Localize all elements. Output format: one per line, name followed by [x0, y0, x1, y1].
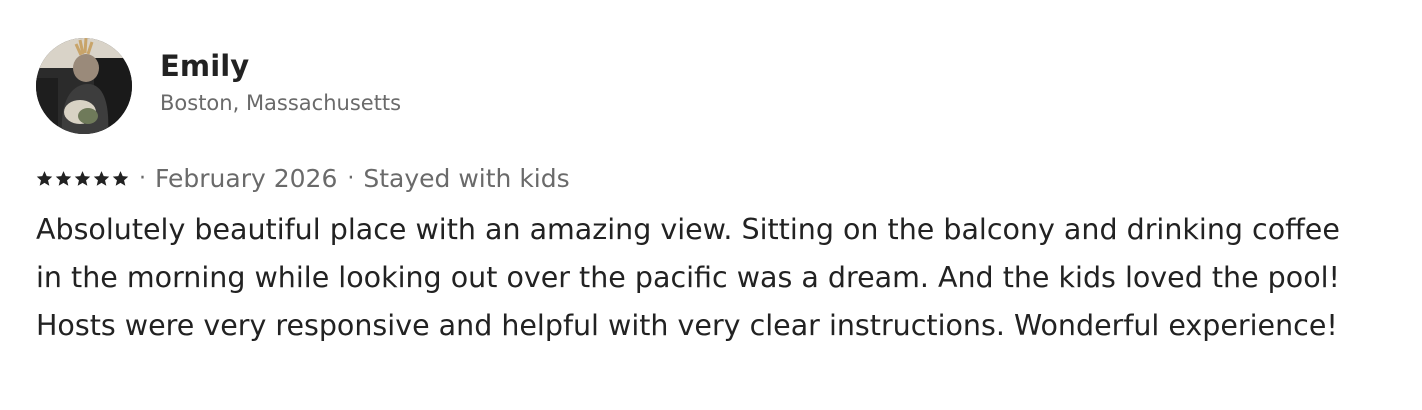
- star-icon: [55, 170, 72, 187]
- separator-dot: ·: [347, 165, 355, 191]
- star-rating: [36, 170, 129, 187]
- avatar[interactable]: [36, 38, 132, 134]
- review-card: Emily Boston, Massachusetts · February 2…: [36, 38, 1386, 350]
- reviewer-header: Emily Boston, Massachusetts: [36, 38, 1386, 134]
- user-photo-icon: [36, 38, 132, 134]
- star-icon: [112, 170, 129, 187]
- separator-dot: ·: [139, 165, 146, 191]
- star-icon: [74, 170, 91, 187]
- reviewer-location: Boston, Massachusetts: [160, 91, 402, 115]
- star-icon: [36, 170, 53, 187]
- trip-type: Stayed with kids: [363, 163, 570, 193]
- review-text: Absolutely beautiful place with an amazi…: [36, 213, 1340, 342]
- review-date: February 2026: [155, 163, 338, 193]
- reviewer-info: Emily Boston, Massachusetts: [160, 48, 401, 118]
- review-meta: · February 2026 · Stayed with kids: [36, 160, 1386, 196]
- reviewer-name[interactable]: Emily: [160, 48, 401, 84]
- star-icon: [93, 170, 110, 187]
